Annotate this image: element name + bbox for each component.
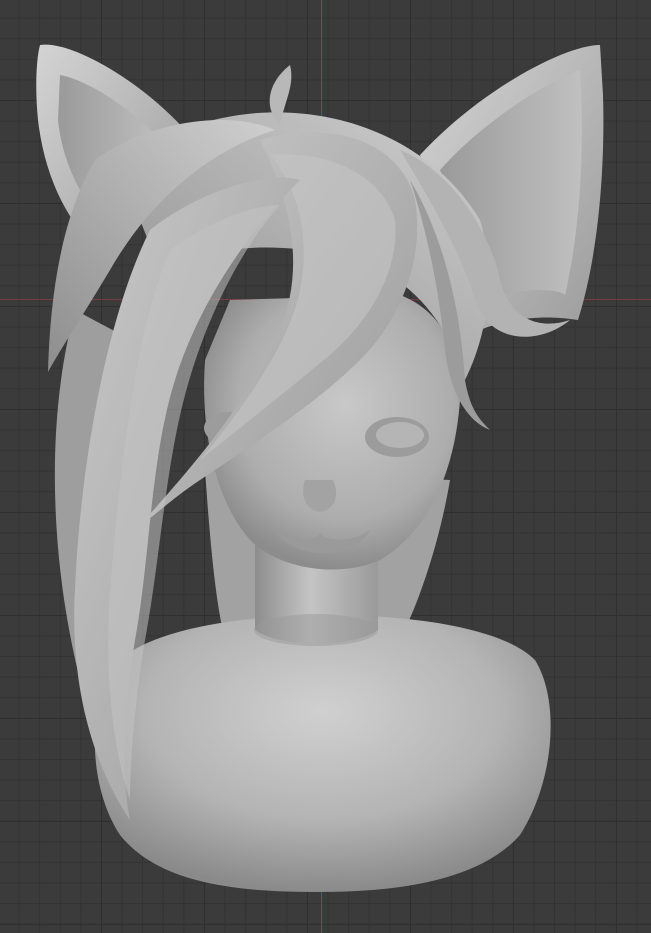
3d-viewport[interactable] [0, 0, 651, 933]
neck-base [254, 614, 378, 646]
sculpt-model[interactable] [0, 0, 651, 933]
bust [94, 615, 551, 892]
